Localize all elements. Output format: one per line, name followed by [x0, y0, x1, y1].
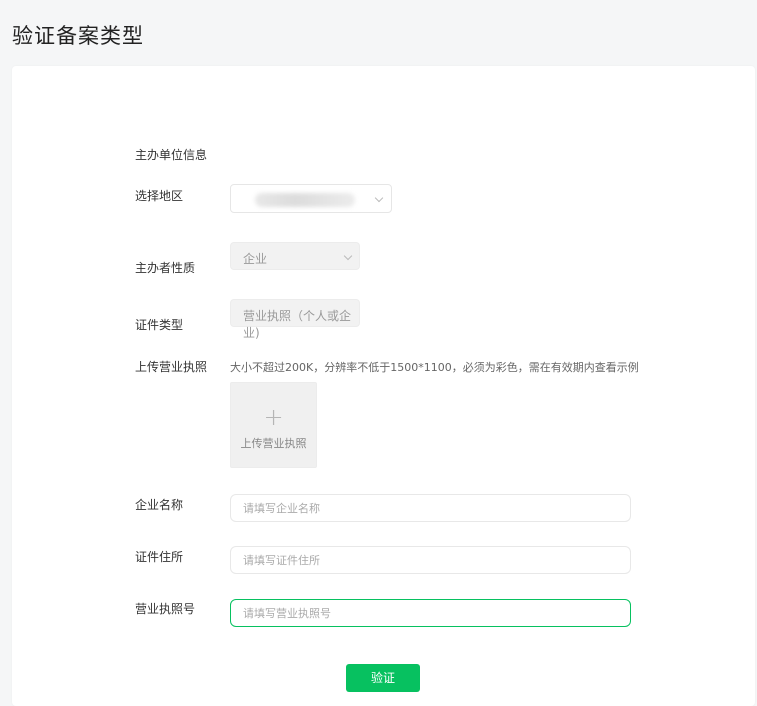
chevron-down-icon	[343, 251, 353, 261]
region-label: 选择地区	[135, 189, 184, 203]
upload-hint: 大小不超过200K，分辨率不低于1500*1100，必须为彩色，需在有效期内查看…	[230, 361, 639, 374]
form-card: 主办单位信息 选择地区 主办者性质 企业 证件类型 营业执照（个人或企业) 上传…	[12, 66, 755, 706]
upload-license-button[interactable]: + 上传营业执照	[230, 382, 317, 468]
cert-type-label: 证件类型	[135, 318, 184, 332]
plus-icon: +	[263, 403, 284, 431]
region-select[interactable]	[230, 184, 392, 213]
region-value-redacted	[255, 193, 355, 207]
company-name-input[interactable]	[230, 494, 631, 522]
license-no-label: 营业执照号	[135, 602, 196, 616]
nature-value: 企业	[243, 252, 268, 266]
verify-button[interactable]: 验证	[346, 664, 420, 692]
nature-label: 主办者性质	[135, 261, 196, 275]
cert-address-input[interactable]	[230, 546, 631, 574]
upload-label: 上传营业执照	[135, 360, 208, 374]
cert-address-label: 证件住所	[135, 550, 184, 564]
page-title: 验证备案类型	[12, 24, 144, 48]
section-title: 主办单位信息	[135, 148, 208, 162]
company-name-label: 企业名称	[135, 498, 184, 512]
license-no-input[interactable]	[230, 599, 631, 627]
nature-select: 企业	[230, 242, 360, 270]
cert-type-field: 营业执照（个人或企业)	[230, 299, 360, 340]
chevron-down-icon	[374, 193, 384, 203]
upload-button-label: 上传营业执照	[240, 437, 307, 450]
cert-type-value: 营业执照（个人或企业)	[243, 309, 352, 340]
